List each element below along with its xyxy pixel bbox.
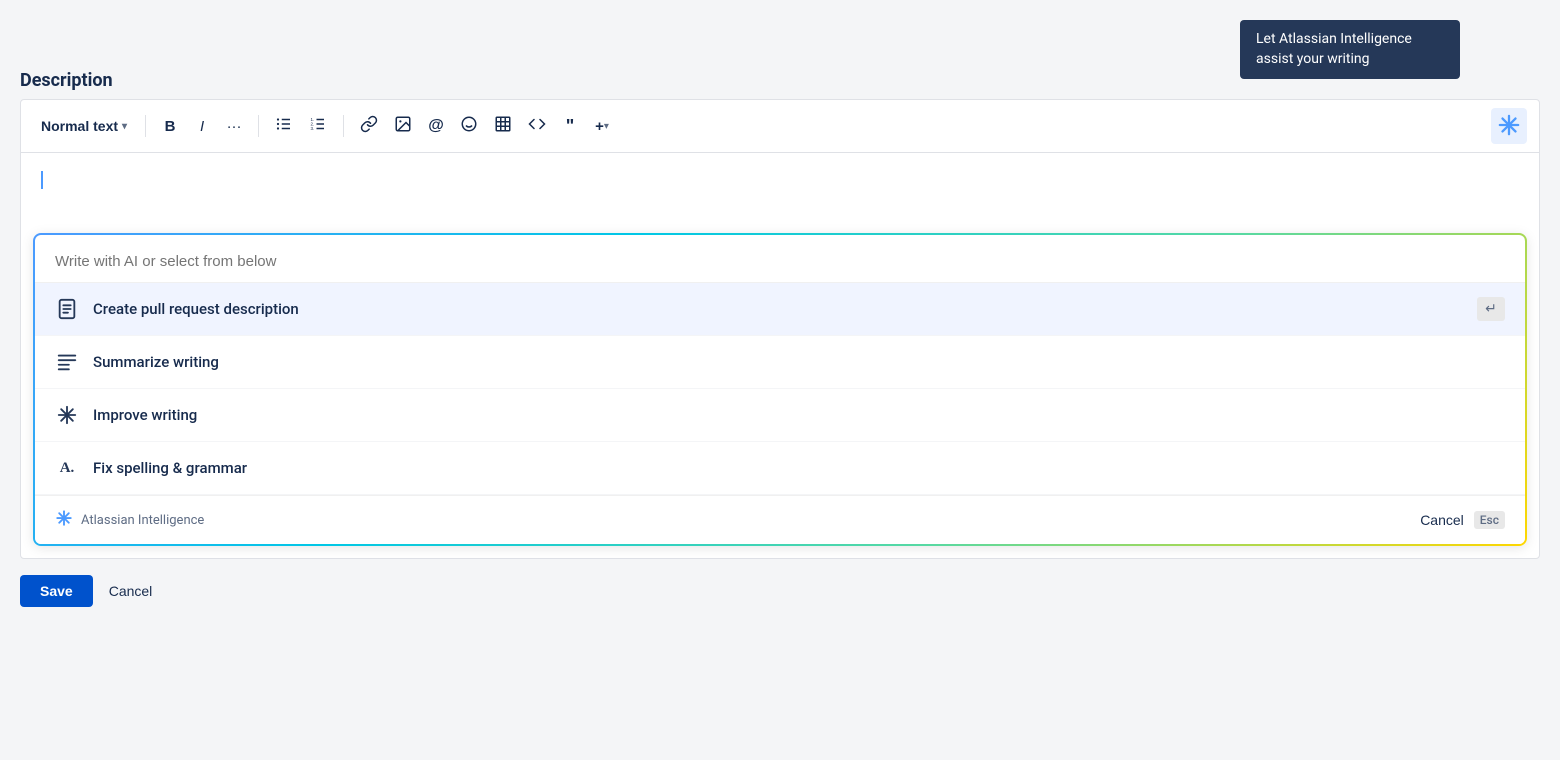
save-button[interactable]: Save [20, 575, 93, 607]
ai-menu-item-label-3: Improve writing [93, 406, 1505, 424]
cancel-esc-group: Cancel Esc [1414, 508, 1505, 532]
page-container: Let Atlassian Intelligence assist your w… [20, 20, 1540, 607]
italic-icon: I [200, 118, 204, 135]
italic-button[interactable]: I [188, 112, 216, 140]
document-icon [55, 297, 79, 321]
plus-more-button[interactable]: + ▾ [588, 112, 616, 140]
svg-text:3.: 3. [311, 126, 315, 131]
ai-popup: Create pull request description ↵ Summar… [33, 233, 1527, 546]
tooltip-text: Let Atlassian Intelligence assist your w… [1256, 31, 1412, 67]
ai-menu-item-label-4: Fix spelling & grammar [93, 459, 1505, 477]
improve-writing-icon [55, 403, 79, 427]
table-button[interactable] [488, 112, 518, 140]
atlassian-intelligence-icon [55, 509, 73, 531]
ai-menu-item-improve[interactable]: Improve writing [35, 389, 1525, 442]
ai-tooltip: Let Atlassian Intelligence assist your w… [1240, 20, 1460, 79]
quote-icon: " [566, 116, 575, 137]
code-button[interactable] [522, 112, 552, 140]
ai-input[interactable] [55, 253, 1505, 270]
spell-check-icon: A. [55, 456, 79, 480]
numbered-list-button[interactable]: 1. 2. 3. [303, 112, 333, 140]
toolbar-divider-2 [258, 115, 259, 137]
ai-menu-item-label-1: Create pull request description [93, 300, 1463, 318]
ai-assist-button[interactable] [1491, 108, 1527, 144]
toolbar: Normal text ▾ B I ··· [21, 100, 1539, 153]
plus-more-icon: + [595, 118, 604, 135]
ai-sparkle-icon [1498, 114, 1520, 139]
text-format-label: Normal text [41, 118, 118, 134]
editor-content[interactable] [21, 153, 1539, 233]
quote-button[interactable]: " [556, 112, 584, 140]
ai-menu-item-create-pull-request[interactable]: Create pull request description ↵ [35, 283, 1525, 336]
bullet-list-icon [275, 115, 293, 137]
ai-cancel-button[interactable]: Cancel [1414, 508, 1470, 532]
plus-chevron-icon: ▾ [604, 121, 609, 132]
ai-menu-item-fix-spelling[interactable]: A. Fix spelling & grammar [35, 442, 1525, 495]
ai-input-area [35, 235, 1525, 282]
cancel-bottom-button[interactable]: Cancel [105, 575, 157, 607]
bold-icon: B [165, 118, 176, 135]
bullet-list-button[interactable] [269, 112, 299, 140]
image-button[interactable] [388, 112, 418, 140]
chevron-down-icon: ▾ [122, 121, 127, 132]
text-format-dropdown[interactable]: Normal text ▾ [33, 112, 135, 140]
numbered-list-icon: 1. 2. 3. [309, 115, 327, 137]
esc-badge: Esc [1474, 511, 1505, 529]
editor-wrapper: Normal text ▾ B I ··· [20, 99, 1540, 559]
mention-icon: @ [428, 117, 444, 135]
image-icon [394, 115, 412, 137]
ai-branding-label: Atlassian Intelligence [81, 513, 204, 528]
ai-menu-item-label-2: Summarize writing [93, 353, 1505, 371]
table-icon [494, 115, 512, 137]
summarize-icon [55, 350, 79, 374]
more-formatting-button[interactable]: ··· [220, 112, 248, 140]
emoji-icon [460, 115, 478, 137]
emoji-button[interactable] [454, 112, 484, 140]
toolbar-divider-3 [343, 115, 344, 137]
more-icon: ··· [227, 118, 242, 135]
link-icon [360, 115, 378, 137]
ai-branding: Atlassian Intelligence [55, 509, 204, 531]
bold-button[interactable]: B [156, 112, 184, 140]
bottom-actions: Save Cancel [20, 575, 1540, 607]
link-button[interactable] [354, 112, 384, 140]
ai-footer: Atlassian Intelligence Cancel Esc [35, 495, 1525, 544]
code-icon [528, 115, 546, 137]
text-cursor [41, 171, 43, 189]
mention-button[interactable]: @ [422, 112, 450, 140]
ai-menu: Create pull request description ↵ Summar… [35, 282, 1525, 495]
toolbar-divider-1 [145, 115, 146, 137]
enter-icon: ↵ [1477, 297, 1505, 321]
ai-menu-item-summarize[interactable]: Summarize writing [35, 336, 1525, 389]
